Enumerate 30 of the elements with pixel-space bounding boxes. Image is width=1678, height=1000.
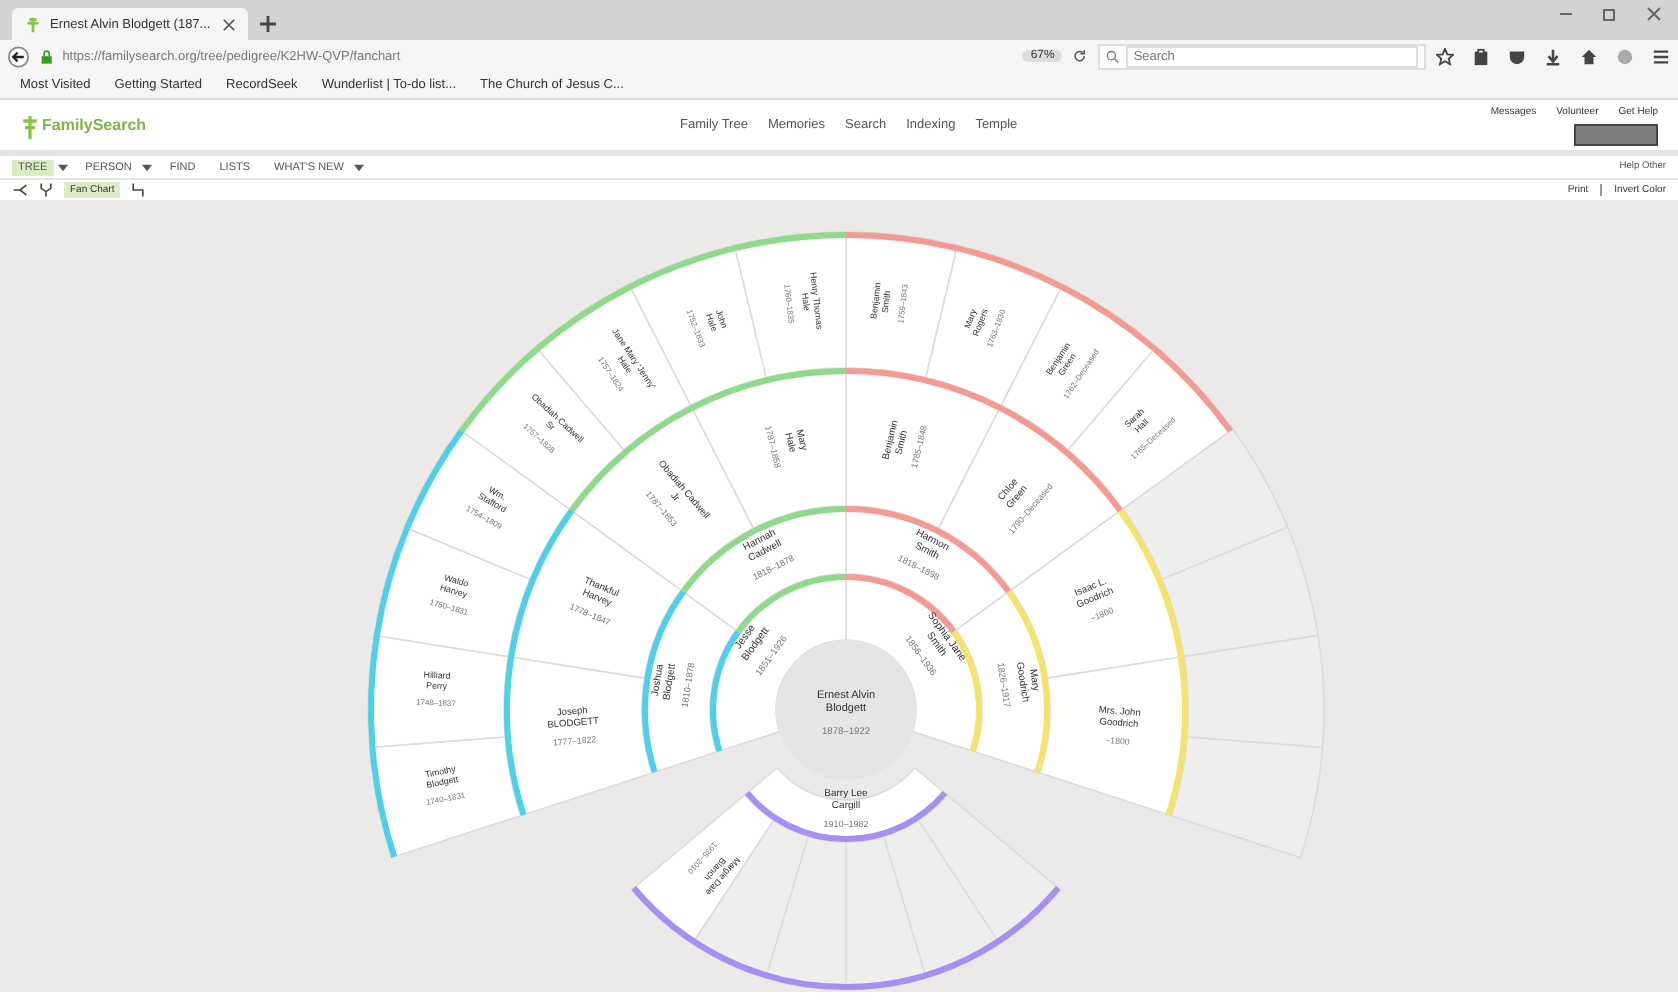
reload-icon[interactable] bbox=[1072, 48, 1088, 64]
person-segment[interactable] bbox=[628, 244, 767, 407]
menu-icon[interactable] bbox=[1652, 47, 1670, 65]
back-icon[interactable] bbox=[8, 45, 29, 67]
lock-icon bbox=[39, 49, 53, 63]
close-icon[interactable] bbox=[222, 17, 236, 31]
person-segment[interactable] bbox=[630, 794, 775, 945]
user-box[interactable] bbox=[1574, 123, 1658, 145]
caret-icon[interactable] bbox=[353, 163, 364, 171]
download-icon[interactable] bbox=[1544, 47, 1562, 65]
person-segment[interactable] bbox=[367, 634, 509, 749]
close-icon[interactable] bbox=[1646, 6, 1662, 22]
restore-icon[interactable] bbox=[1602, 6, 1618, 22]
person-segment[interactable] bbox=[845, 231, 959, 379]
home-icon[interactable] bbox=[1580, 47, 1598, 65]
portrait-view-icon[interactable] bbox=[38, 182, 54, 198]
person-segment[interactable] bbox=[373, 526, 531, 658]
caret-icon[interactable] bbox=[57, 163, 68, 171]
person-segment[interactable] bbox=[1039, 655, 1189, 817]
person-segment[interactable] bbox=[368, 736, 522, 859]
star-icon[interactable] bbox=[1436, 47, 1454, 65]
tree-icon bbox=[24, 15, 42, 33]
descendancy-view-icon[interactable] bbox=[130, 182, 147, 198]
new-tab-icon[interactable] bbox=[260, 16, 276, 32]
person-segment[interactable] bbox=[733, 231, 847, 379]
clipboard-icon[interactable] bbox=[1472, 47, 1490, 65]
tree-logo-icon bbox=[20, 111, 40, 139]
caret-icon[interactable] bbox=[141, 163, 152, 171]
landscape-view-icon[interactable] bbox=[12, 182, 28, 198]
search-icon bbox=[1106, 49, 1120, 63]
